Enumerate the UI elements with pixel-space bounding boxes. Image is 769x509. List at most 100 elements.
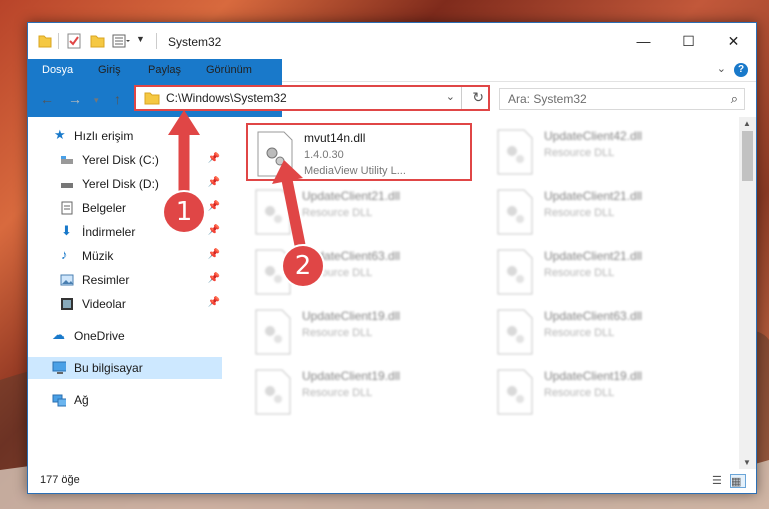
- nav-quick-access[interactable]: ★ Hızlı erişim: [28, 125, 222, 147]
- help-icon[interactable]: ?: [734, 63, 748, 77]
- nav-item-pictures[interactable]: Resimler 📌: [28, 269, 222, 291]
- file-description: Resource DLL: [302, 327, 373, 339]
- file-description: MediaView Utility L...: [304, 165, 406, 177]
- folder-icon: [144, 92, 160, 105]
- back-icon[interactable]: ←: [40, 91, 54, 107]
- folder-icon[interactable]: [38, 33, 52, 49]
- dll-file-icon: [255, 189, 291, 235]
- nav-label: Yerel Disk (C:): [82, 153, 159, 167]
- step-2-badge: 2: [283, 246, 323, 286]
- file-name: UpdateClient21.dll: [544, 189, 643, 203]
- file-item[interactable]: UpdateClient21.dll Resource DLL: [488, 183, 714, 241]
- file-description: Resource DLL: [544, 147, 615, 159]
- download-icon: ⬇: [61, 223, 72, 238]
- nav-item-videos[interactable]: Videolar 📌: [28, 293, 222, 315]
- pin-icon[interactable]: 📌: [208, 273, 220, 284]
- search-placeholder: Ara: System32: [508, 92, 587, 106]
- file-item[interactable]: UpdateClient42.dll Resource DLL: [488, 123, 714, 181]
- file-description: Resource DLL: [544, 327, 615, 339]
- file-item[interactable]: mvut14n.dll 1.4.0.30 MediaView Utility L…: [246, 123, 472, 181]
- pin-icon[interactable]: 📌: [208, 201, 220, 212]
- pictures-icon: [60, 274, 74, 286]
- file-description: Resource DLL: [302, 207, 373, 219]
- nav-label: Videolar: [82, 297, 126, 311]
- pin-icon[interactable]: 📌: [208, 225, 220, 236]
- title-bar: ▼ System32 — ☐ ✕: [28, 23, 756, 59]
- nav-label: OneDrive: [74, 329, 125, 343]
- status-bar: 177 öğe ☰ ▦: [28, 467, 756, 493]
- chevron-down-icon[interactable]: ⌄: [446, 90, 455, 103]
- tab-share[interactable]: Paylaş: [136, 59, 193, 81]
- tab-view[interactable]: Görünüm: [194, 59, 264, 81]
- nav-label: Bu bilgisayar: [74, 361, 143, 375]
- search-input[interactable]: Ara: System32 ⌕: [499, 88, 745, 110]
- computer-icon: [52, 361, 66, 374]
- pin-icon[interactable]: 📌: [208, 177, 220, 188]
- refresh-icon[interactable]: ↻: [472, 89, 484, 106]
- file-name: UpdateClient19.dll: [544, 369, 643, 383]
- pin-icon[interactable]: 📌: [208, 297, 220, 308]
- search-icon[interactable]: ⌕: [731, 91, 738, 107]
- explorer-window: ▼ System32 — ☐ ✕ Dosya Giriş Paylaş Görü…: [27, 22, 757, 494]
- file-name: UpdateClient63.dll: [544, 309, 643, 323]
- forward-icon[interactable]: →: [68, 91, 82, 107]
- navigation-bar: ← → ▾ ↑ C:\Windows\System32 ⌄ ↻ Ara: Sys…: [28, 81, 756, 117]
- nav-onedrive[interactable]: ☁ OneDrive: [28, 325, 222, 347]
- properties-icon[interactable]: [66, 33, 82, 49]
- nav-label: Müzik: [82, 249, 114, 263]
- file-item[interactable]: UpdateClient19.dll Resource DLL: [246, 363, 472, 421]
- address-path[interactable]: C:\Windows\System32: [166, 91, 287, 105]
- scroll-up-icon[interactable]: ▲: [743, 119, 751, 128]
- nav-label: Resimler: [82, 273, 130, 287]
- quick-access-dropdown-icon[interactable]: ▼: [136, 34, 145, 50]
- scroll-down-icon[interactable]: ▼: [743, 458, 751, 467]
- file-list: mvut14n.dll 1.4.0.30 MediaView Utility L…: [242, 117, 736, 469]
- documents-icon: [61, 201, 73, 215]
- nav-item-drive-c[interactable]: Yerel Disk (C:) 📌: [28, 149, 222, 171]
- file-item[interactable]: UpdateClient19.dll Resource DLL: [488, 363, 714, 421]
- address-bar[interactable]: C:\Windows\System32 ⌄ ↻: [134, 85, 490, 111]
- vertical-scrollbar[interactable]: ▲ ▼: [739, 117, 756, 469]
- nav-label: Yerel Disk (D:): [82, 177, 159, 191]
- dll-file-icon: [255, 369, 291, 415]
- file-item[interactable]: UpdateClient19.dll Resource DLL: [246, 303, 472, 361]
- nav-this-pc[interactable]: Bu bilgisayar: [28, 357, 222, 379]
- close-button[interactable]: ✕: [711, 23, 756, 59]
- file-name: UpdateClient21.dll: [544, 249, 643, 263]
- expand-ribbon-icon[interactable]: ⌄: [717, 62, 726, 75]
- pin-icon[interactable]: 📌: [208, 249, 220, 260]
- nav-item-music[interactable]: ♪ Müzik 📌: [28, 245, 222, 267]
- up-icon[interactable]: ↑: [114, 91, 121, 107]
- file-name: UpdateClient19.dll: [302, 309, 401, 323]
- nav-network[interactable]: Ağ: [28, 389, 222, 411]
- pin-icon[interactable]: 📌: [208, 153, 220, 164]
- maximize-button[interactable]: ☐: [666, 23, 711, 59]
- details-view-icon[interactable]: ☰: [712, 474, 726, 487]
- navigation-pane: ★ Hızlı erişim Yerel Disk (C:) 📌 Yerel D…: [28, 117, 222, 469]
- star-icon: ★: [54, 127, 66, 142]
- dll-file-icon: [497, 249, 533, 295]
- nav-item-drive-d[interactable]: Yerel Disk (D:) 📌: [28, 173, 222, 195]
- window-title: System32: [168, 35, 222, 49]
- nav-label: İndirmeler: [82, 225, 136, 239]
- large-icons-view-icon[interactable]: ▦: [730, 474, 746, 488]
- video-icon: [61, 298, 73, 310]
- file-description: Resource DLL: [544, 267, 615, 279]
- file-item[interactable]: UpdateClient21.dll Resource DLL: [246, 183, 472, 241]
- dll-file-icon: [497, 369, 533, 415]
- file-item[interactable]: UpdateClient63.dll Resource DLL: [488, 303, 714, 361]
- file-item[interactable]: UpdateClient63.dll Resource DLL: [246, 243, 472, 301]
- dll-file-icon: [255, 309, 291, 355]
- dll-file-icon: [497, 189, 533, 235]
- new-folder-icon[interactable]: [90, 33, 106, 49]
- customize-toolbar-icon[interactable]: [112, 33, 132, 49]
- nav-label: Ağ: [74, 393, 89, 407]
- nav-label: Hızlı erişim: [74, 129, 134, 143]
- file-description: Resource DLL: [302, 387, 373, 399]
- minimize-button[interactable]: —: [621, 23, 666, 59]
- tab-home[interactable]: Giriş: [86, 59, 133, 81]
- drive-icon: [61, 183, 73, 188]
- recent-locations-icon[interactable]: ▾: [94, 95, 99, 106]
- scrollbar-thumb[interactable]: [742, 131, 753, 181]
- file-item[interactable]: UpdateClient21.dll Resource DLL: [488, 243, 714, 301]
